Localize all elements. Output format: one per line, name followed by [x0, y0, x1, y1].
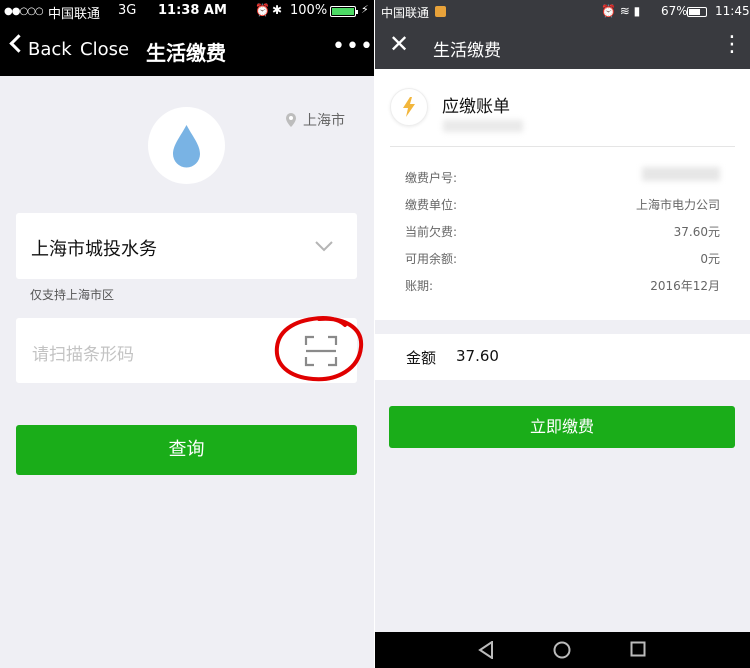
row-label: 账期: [405, 279, 434, 293]
battery-icon [330, 6, 358, 17]
query-button[interactable]: 查询 [16, 425, 357, 475]
wifi-icon: ≋ [619, 4, 630, 18]
status-time: 11:38 AM [158, 3, 227, 18]
chevron-down-icon[interactable] [314, 240, 334, 252]
water-category-badge [148, 107, 225, 184]
bill-title: 应缴账单 [442, 97, 510, 117]
provider-select[interactable]: 上海市城投水务 [16, 213, 357, 279]
recents-square-icon[interactable] [630, 641, 646, 657]
electricity-badge [390, 88, 428, 126]
ios-status-bar: ●●○○○ 中国联通 3G 11:38 AM ⏰ ✱ 100% ⚡ [0, 0, 374, 22]
row-label: 缴费户号: [405, 171, 458, 185]
provider-value: 上海市城投水务 [31, 239, 157, 260]
bill-row: 当前欠费: 37.60元 [405, 223, 720, 243]
row-value: 2016年12月 [650, 279, 720, 293]
screenshot: ●●○○○ 中国联通 3G 11:38 AM ⏰ ✱ 100% ⚡ Back C… [0, 0, 750, 668]
android-nav-bar: ✕ 生活缴费 ⋮ [375, 24, 750, 69]
back-triangle-icon[interactable] [478, 641, 494, 659]
carrier-label: 中国联通 [48, 7, 101, 22]
close-icon[interactable]: ✕ [389, 30, 409, 58]
bill-row: 可用余额: 0元 [405, 250, 720, 270]
row-label: 缴费单位: [405, 198, 458, 212]
battery-percent: 67% [661, 4, 688, 18]
location-label: 上海市 [303, 113, 345, 129]
status-time: 11:45 [715, 4, 750, 18]
row-label: 可用余额: [405, 252, 458, 266]
row-value: 上海市电力公司 [635, 198, 720, 212]
location-pin-icon [286, 113, 296, 127]
water-drop-icon [173, 125, 200, 168]
battery-percent: 100% [290, 3, 328, 18]
redacted-account-name [443, 120, 523, 132]
amount-field[interactable]: 金额 37.60 [375, 334, 750, 380]
back-chevron-icon[interactable] [9, 34, 28, 53]
bill-row: 账期: 2016年12月 [405, 277, 720, 297]
back-button[interactable]: Back [28, 39, 72, 60]
battery-fill [689, 9, 700, 15]
page-title: 生活缴费 [146, 41, 226, 65]
bill-row: 缴费单位: 上海市电力公司 [405, 196, 720, 216]
ios-nav-bar: Back Close 生活缴费 ••• [0, 22, 374, 76]
row-value: 37.60元 [673, 225, 720, 239]
page-title: 生活缴费 [433, 41, 501, 61]
more-button[interactable]: ⋮ [721, 32, 743, 57]
pay-now-button[interactable]: 立即缴费 [389, 406, 735, 448]
battery-fill [332, 8, 354, 15]
lightning-icon [403, 97, 415, 117]
home-circle-icon[interactable] [553, 641, 571, 659]
status-icons: ⏰ ≋ ▮ [601, 4, 640, 18]
android-screen: 中国联通 ⏰ ≋ ▮ 67% 11:45 ✕ 生活缴费 ⋮ 应缴账单 缴费户号:… [375, 0, 750, 668]
row-label: 当前欠费: [405, 225, 458, 239]
bill-divider [390, 146, 735, 147]
more-button[interactable]: ••• [332, 34, 374, 59]
provider-note: 仅支持上海市区 [30, 288, 115, 302]
android-status-bar: 中国联通 ⏰ ≋ ▮ 67% 11:45 [375, 0, 750, 24]
notification-icon [435, 6, 446, 17]
barcode-placeholder: 请扫描条形码 [32, 345, 134, 365]
amount-label: 金额 [406, 349, 437, 367]
battery-icon [687, 7, 707, 17]
signal-strength: ●●○○○ [4, 6, 44, 17]
alarm-icon: ⏰ [255, 3, 270, 17]
bill-row: 缴费户号: [405, 167, 720, 189]
amount-value: 37.60 [456, 347, 499, 365]
close-button[interactable]: Close [80, 39, 129, 60]
network-type: 3G [118, 3, 137, 18]
scan-icon[interactable] [304, 335, 338, 367]
alarm-icon: ⏰ [601, 4, 616, 18]
carrier-label: 中国联通 [381, 6, 430, 20]
redacted-value [642, 167, 720, 181]
charging-icon: ⚡ [361, 3, 369, 16]
location-indicator[interactable]: 上海市 [285, 110, 345, 130]
android-nav-buttons [375, 632, 750, 668]
signal-icon: ▮ [633, 4, 641, 18]
ios-screen: ●●○○○ 中国联通 3G 11:38 AM ⏰ ✱ 100% ⚡ Back C… [0, 0, 374, 668]
bluetooth-icon: ✱ [272, 3, 283, 17]
row-value: 0元 [700, 252, 720, 266]
bill-card: 应缴账单 缴费户号: 缴费单位: 上海市电力公司 当前欠费: 37.60元 可用… [375, 69, 750, 320]
